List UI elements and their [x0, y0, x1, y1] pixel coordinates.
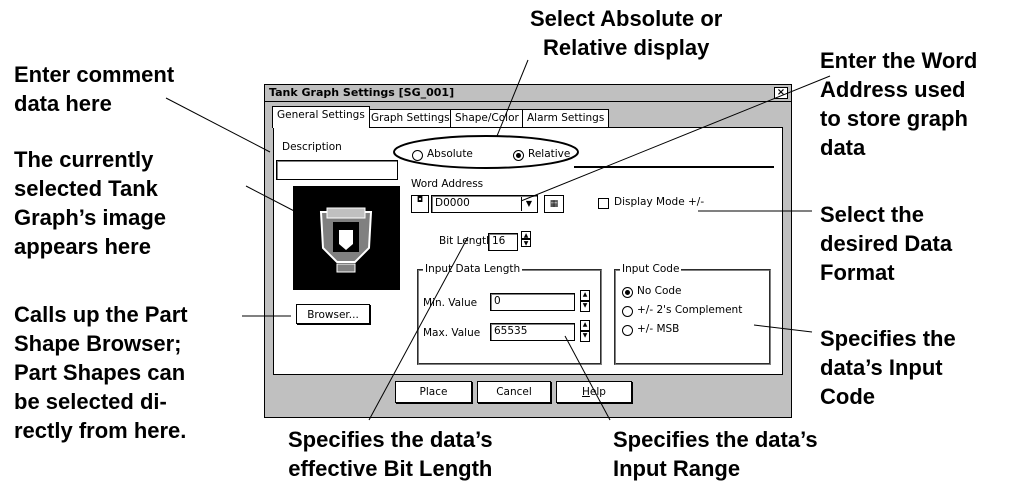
min-value-label: Min. Value [423, 297, 478, 309]
keypad-icon[interactable]: ▦ [544, 195, 564, 213]
tank-graph-image [319, 207, 373, 273]
dialog-title: Tank Graph Settings [SG_001] [269, 86, 455, 99]
general-settings-panel: Description Absolute Relative Browser...… [273, 127, 783, 375]
display-mode-checkbox[interactable] [598, 198, 609, 209]
word-address-label: Word Address [411, 178, 484, 190]
spin-down-icon[interactable]: ▼ [580, 331, 590, 342]
title-bar[interactable]: Tank Graph Settings [SG_001] × [265, 85, 791, 102]
input-data-length-title: Input Data Length [423, 263, 523, 275]
spin-up-icon[interactable]: ▲ [580, 290, 590, 301]
header-divider [574, 166, 774, 168]
bit-length-input[interactable]: 16 [488, 233, 518, 251]
spin-up-icon[interactable]: ▲ [580, 320, 590, 331]
callout-current-image: The currently selected Tank Graph’s imag… [14, 147, 167, 259]
close-icon[interactable]: × [774, 87, 788, 99]
display-mode-label: Display Mode +/- [614, 196, 705, 208]
min-value-input[interactable]: 0 [490, 293, 575, 311]
relative-radio[interactable] [513, 150, 524, 161]
max-value-input[interactable]: 65535 [490, 323, 575, 341]
browser-button[interactable]: Browser... [296, 304, 370, 324]
tab-graph-settings[interactable]: Graph Settings [366, 109, 455, 127]
bit-length-label: Bit Length [439, 235, 493, 247]
relative-label: Relative [528, 148, 571, 160]
callout-bit-length: Specifies the data’s effective Bit Lengt… [288, 427, 493, 481]
absolute-radio[interactable] [412, 150, 423, 161]
msb-radio[interactable] [622, 325, 633, 336]
dropdown-arrow-icon[interactable]: ▼ [521, 197, 536, 211]
input-code-title: Input Code [620, 263, 682, 275]
callout-select-display: Select Absolute or Relative display [530, 6, 723, 60]
cancel-button[interactable]: Cancel [477, 381, 551, 403]
spin-down-icon[interactable]: ▼ [521, 239, 531, 247]
help-label-rest: elp [589, 386, 606, 398]
callout-enter-comment: Enter comment data here [14, 62, 175, 116]
tab-general-settings[interactable]: General Settings [272, 106, 370, 128]
twos-complement-label: +/- 2's Complement [637, 304, 743, 316]
absolute-label: Absolute [427, 148, 473, 160]
address-input-icon[interactable]: ◘ [411, 195, 429, 213]
input-code-group: Input Code No Code +/- 2's Complement +/… [614, 263, 771, 365]
place-button[interactable]: Place [395, 381, 472, 403]
leader-comment [165, 97, 271, 153]
twos-complement-radio[interactable] [622, 306, 633, 317]
description-input[interactable] [276, 160, 398, 180]
no-code-radio[interactable] [622, 287, 633, 298]
tab-alarm-settings[interactable]: Alarm Settings [522, 109, 610, 127]
callout-word-address: Enter the Word Address used to store gra… [820, 48, 978, 160]
help-button[interactable]: Help [556, 381, 632, 403]
help-mnemonic: H [582, 386, 590, 398]
tab-shape-color[interactable]: Shape/Color [450, 109, 524, 127]
description-label: Description [282, 141, 342, 153]
tank-graph-settings-dialog: Tank Graph Settings [SG_001] × General S… [264, 84, 792, 418]
spin-up-icon[interactable]: ▲ [521, 231, 531, 239]
callout-input-code: Specifies the data’s Input Code [820, 326, 956, 409]
max-value-label: Max. Value [423, 327, 481, 339]
tank-graph-preview [293, 186, 400, 290]
callout-data-format: Select the desired Data Format [820, 202, 953, 285]
callout-calls-browser: Calls up the Part Shape Browser; Part Sh… [14, 302, 188, 443]
callout-input-range: Specifies the data’s Input Range [613, 427, 818, 481]
spin-down-icon[interactable]: ▼ [580, 301, 590, 312]
no-code-label: No Code [637, 285, 682, 297]
input-data-length-group: Input Data Length Min. Value 0 ▲ ▼ Max. … [417, 263, 602, 365]
msb-label: +/- MSB [637, 323, 680, 335]
